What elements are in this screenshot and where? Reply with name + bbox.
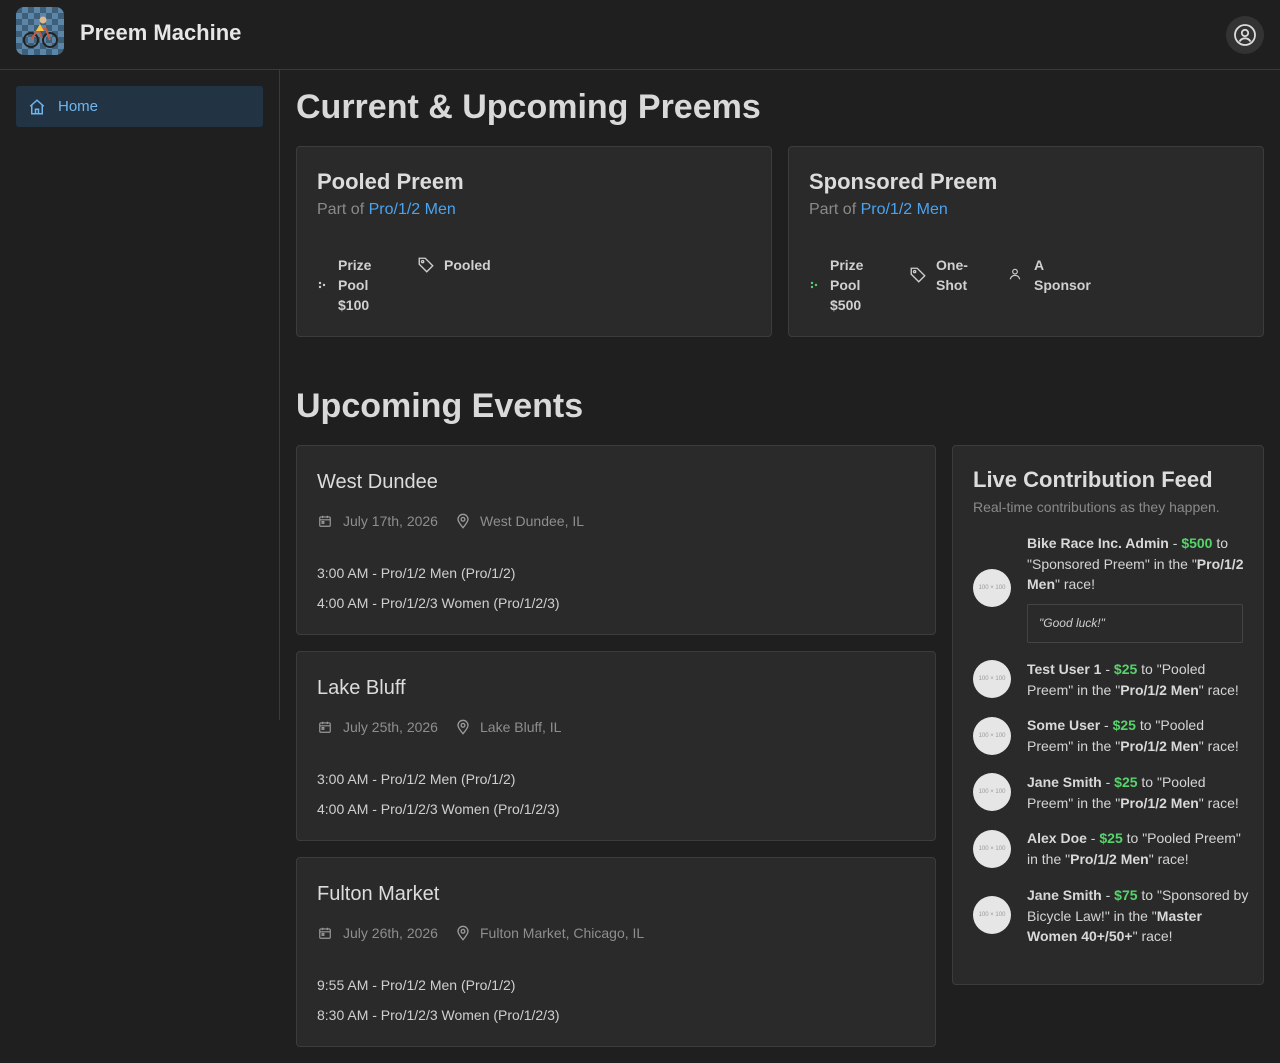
preem-type: Pooled (444, 257, 491, 273)
prize-pool: Prize Pool $500 (830, 255, 875, 315)
contribution-message: "Good luck!" (1027, 604, 1243, 643)
event-race[interactable]: 8:30 AM - Pro/1/2/3 Women (Pro/1/2/3) (317, 1007, 560, 1023)
sidebar-item-home[interactable]: Home (16, 86, 263, 127)
avatar: 100 × 100 (973, 569, 1011, 607)
contribution-amount: $25 (1113, 661, 1138, 677)
sparkle-icon (809, 280, 819, 290)
contributor-name: Bike Race Inc. Admin (1027, 535, 1169, 551)
map-pin-icon (455, 719, 471, 735)
event-title: Fulton Market (317, 883, 440, 905)
preem-subtitle: Part of Pro/1/2 Men (317, 201, 456, 219)
app-header: Preem Machine (0, 0, 1280, 70)
avatar: 100 × 100 (973, 717, 1011, 755)
account-icon (1233, 23, 1257, 47)
tag-icon (909, 266, 927, 284)
map-pin-icon (455, 513, 471, 529)
event-location: Lake Bluff, IL (480, 719, 562, 735)
feed-item: Bike Race Inc. Admin - $500 to "Sponsore… (1027, 535, 1244, 592)
event-race[interactable]: 3:00 AM - Pro/1/2 Men (Pro/1/2) (317, 771, 515, 787)
preem-card[interactable]: Pooled Preem Part of Pro/1/2 Men Prize P… (296, 146, 772, 337)
tag-icon (417, 256, 435, 274)
prize-pool-value: $500 (830, 297, 862, 313)
event-race[interactable]: 4:00 AM - Pro/1/2/3 Women (Pro/1/2/3) (317, 801, 560, 817)
contribution-amount: $25 (1112, 717, 1136, 733)
feed-subtitle: Real-time contributions as they happen. (973, 499, 1220, 515)
event-card[interactable]: Fulton Market July 26th, 2026 Fulton Mar… (296, 857, 936, 1047)
preem-title: Sponsored Preem (809, 169, 998, 194)
account-button[interactable] (1226, 16, 1264, 54)
event-card[interactable]: West Dundee July 17th, 2026 West Dundee,… (296, 445, 936, 635)
feed-item: Jane Smith - $25 to "Pooled Preem" in th… (1027, 774, 1239, 811)
contributor-name: Jane Smith (1027, 887, 1102, 903)
preem-title: Pooled Preem (317, 169, 464, 194)
event-race[interactable]: 3:00 AM - Pro/1/2 Men (Pro/1/2) (317, 565, 515, 581)
event-date: July 26th, 2026 (343, 925, 438, 941)
avatar: 100 × 100 (973, 896, 1011, 934)
contributor-name: Alex Doe (1027, 830, 1087, 846)
sidebar-item-label: Home (58, 98, 99, 115)
contributor-name: Some User (1027, 717, 1101, 733)
race-link[interactable]: Pro/1/2 Men (369, 201, 456, 218)
prize-pool-label: Prize Pool (338, 257, 372, 293)
home-icon (28, 98, 46, 116)
race-name: Pro/1/2 Men (1120, 681, 1199, 698)
avatar: 100 × 100 (973, 773, 1011, 811)
app-title: Preem Machine (80, 20, 242, 45)
preem-card[interactable]: Sponsored Preem Part of Pro/1/2 Men Priz… (788, 146, 1264, 337)
avatar: 100 × 100 (973, 660, 1011, 698)
preem-name: Pooled Preem (1147, 830, 1236, 846)
preems-heading: Current & Upcoming Preems (296, 88, 761, 126)
contributor-name: Jane Smith (1027, 774, 1102, 790)
preem-name: Sponsored Preem (1031, 555, 1145, 572)
calendar-icon (318, 514, 332, 528)
race-name: Pro/1/2 Men (1070, 850, 1149, 867)
avatar: 100 × 100 (973, 830, 1011, 868)
sidebar: Home (0, 70, 280, 720)
feed-item: Alex Doe - $25 to "Pooled Preem" in the … (1027, 830, 1241, 867)
event-card[interactable]: Lake Bluff July 25th, 2026 Lake Bluff, I… (296, 651, 936, 841)
event-title: West Dundee (317, 471, 438, 493)
prize-pool-label: Prize Pool (830, 257, 864, 293)
preem-sponsor: A Sponsor (1034, 257, 1091, 293)
event-date: July 25th, 2026 (343, 719, 438, 735)
feed-item: Jane Smith - $75 to "Sponsored by Bicycl… (1027, 887, 1249, 944)
sparkle-icon (317, 280, 327, 290)
event-title: Lake Bluff (317, 677, 406, 699)
user-icon (1008, 267, 1022, 281)
event-date: July 17th, 2026 (343, 513, 438, 529)
event-location: West Dundee, IL (480, 513, 585, 529)
race-link[interactable]: Pro/1/2 Men (861, 201, 948, 218)
feed-item: Some User - $25 to "Pooled Preem" in the… (1027, 717, 1239, 754)
event-race[interactable]: 9:55 AM - Pro/1/2 Men (Pro/1/2) (317, 977, 515, 993)
part-of-label: Part of (317, 201, 365, 218)
contributor-name: Test User 1 (1027, 661, 1102, 677)
calendar-icon (318, 720, 332, 734)
events-heading: Upcoming Events (296, 387, 584, 425)
feed-item: Test User 1 - $25 to "Pooled Preem" in t… (1027, 661, 1239, 698)
contribution-amount: $500 (1181, 535, 1213, 551)
contribution-amount: $25 (1114, 774, 1138, 790)
prize-pool: Prize Pool $100 (338, 255, 383, 315)
race-name: Pro/1/2 Men (1120, 737, 1199, 754)
part-of-label: Part of (809, 201, 857, 218)
map-pin-icon (455, 925, 471, 941)
contribution-amount: $25 (1099, 830, 1123, 846)
preem-type: One-Shot (936, 257, 968, 293)
logo-icon[interactable] (16, 7, 64, 55)
feed-title: Live Contribution Feed (973, 467, 1213, 492)
contribution-amount: $75 (1114, 887, 1138, 903)
event-location: Fulton Market, Chicago, IL (480, 925, 645, 941)
race-name: Pro/1/2 Men (1120, 794, 1199, 811)
event-race[interactable]: 4:00 AM - Pro/1/2/3 Women (Pro/1/2/3) (317, 595, 560, 611)
preem-subtitle: Part of Pro/1/2 Men (809, 201, 948, 219)
calendar-icon (318, 926, 332, 940)
prize-pool-value: $100 (338, 297, 370, 313)
